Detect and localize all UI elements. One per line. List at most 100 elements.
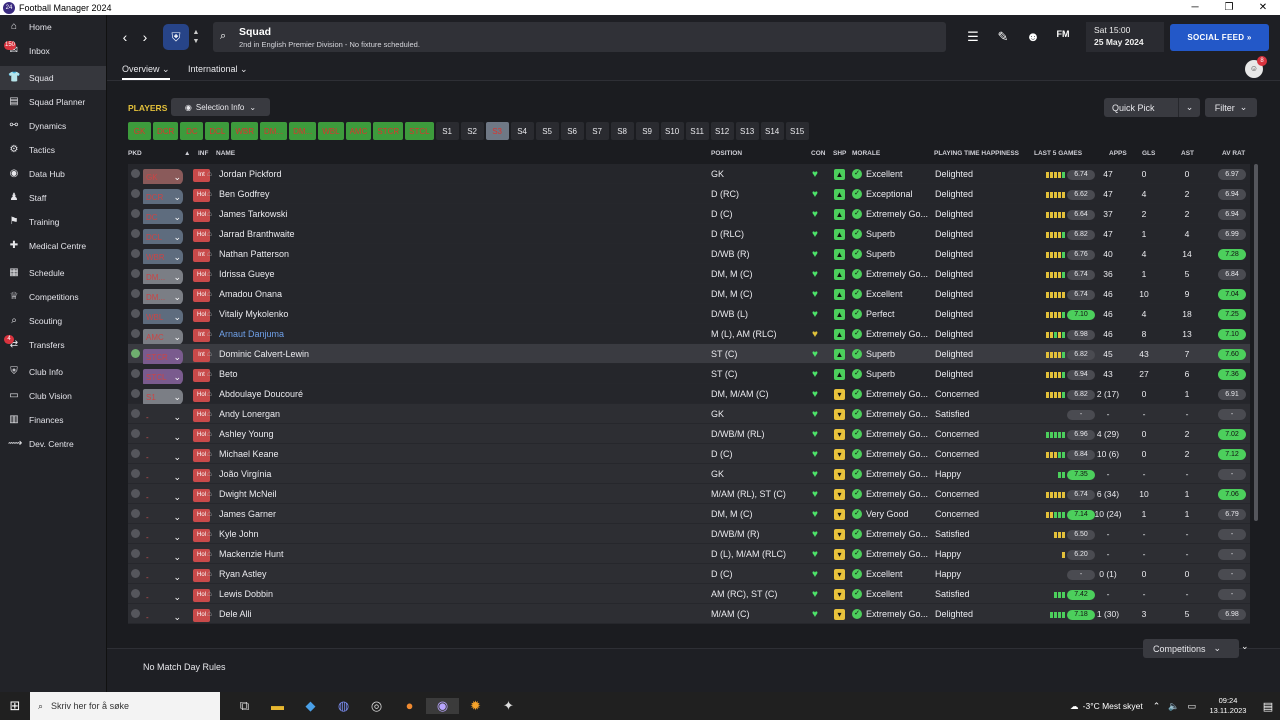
selection-position-dropdown[interactable]: - ⌄ [143, 509, 183, 525]
sidebar-item-dev-centre[interactable]: ⟿ Dev. Centre [0, 432, 106, 456]
selection-position-dropdown[interactable]: - ⌄ [143, 409, 183, 425]
filter-button[interactable]: Filter ⌄ [1205, 98, 1257, 117]
player-name[interactable]: Jordan Pickford [219, 169, 439, 179]
player-name[interactable]: Dominic Calvert-Lewin [219, 349, 439, 359]
table-row[interactable]: STCL ⌄ Int ⌂ Beto ST (C) ♥ ▲ ✓ Superb Delighted 6.9… [128, 364, 1250, 385]
player-name[interactable]: Vitaliy Mykolenko [219, 309, 439, 319]
forward-arrow-icon[interactable]: › [135, 29, 155, 45]
player-profile-icon[interactable]: ⌂ [207, 369, 212, 378]
selection-chip[interactable]: STCL [405, 122, 434, 140]
menu-icon[interactable]: ☰ [958, 29, 988, 45]
chevron-down-icon[interactable]: ⌄ [1178, 98, 1200, 117]
pick-checkbox[interactable] [131, 429, 140, 438]
sidebar-item-tactics[interactable]: ⚙ Tactics [0, 138, 106, 162]
weather-icon[interactable]: ☁ [1070, 701, 1079, 712]
player-profile-icon[interactable]: ⌂ [207, 489, 212, 498]
pick-checkbox[interactable] [131, 469, 140, 478]
player-profile-icon[interactable]: ⌂ [207, 469, 212, 478]
app-icon-orange[interactable]: ✹ [459, 698, 492, 714]
firefox-icon[interactable]: ● [393, 698, 426, 714]
table-row[interactable]: - ⌄ Hol ⌂ Lewis Dobbin AM (RC), ST (C) ♥ ▾ ✓ Exce… [128, 584, 1250, 604]
player-name[interactable]: Abdoulaye Doucouré [219, 389, 439, 399]
player-profile-icon[interactable]: ⌂ [207, 269, 212, 278]
player-profile-icon[interactable]: ⌂ [207, 409, 212, 418]
col-pkd[interactable]: PKD [128, 150, 142, 157]
selection-position-dropdown[interactable]: - ⌄ [143, 469, 183, 485]
steam-icon[interactable]: ◎ [360, 698, 393, 714]
player-profile-icon[interactable]: ⌂ [207, 449, 212, 458]
selection-chip[interactable]: GK [128, 122, 151, 140]
sidebar-item-squad-planner[interactable]: ▤ Squad Planner [0, 90, 106, 114]
selection-position-dropdown[interactable]: - ⌄ [143, 489, 183, 505]
game-date[interactable]: Sat 15:00 25 May 2024 [1086, 22, 1164, 52]
app-icon-blue[interactable]: ◆ [294, 698, 327, 714]
player-profile-icon[interactable]: ⌂ [207, 529, 212, 538]
sidebar-item-schedule[interactable]: ▦ Schedule [0, 261, 106, 285]
selection-chip[interactable]: S13 [735, 122, 759, 140]
player-name[interactable]: Andy Lonergan [219, 409, 439, 419]
col-shp[interactable]: SHP [833, 150, 846, 157]
selection-chip[interactable]: STCR [373, 122, 404, 140]
selection-position-dropdown[interactable]: DC ⌄ [143, 209, 183, 225]
app-icon-misc[interactable]: ✦ [492, 698, 525, 714]
col-ast[interactable]: AST [1181, 150, 1194, 157]
selection-chip[interactable]: S9 [635, 122, 659, 140]
player-name[interactable]: Amadou Onana [219, 289, 439, 299]
selection-chip[interactable]: S7 [585, 122, 609, 140]
selection-position-dropdown[interactable]: - ⌄ [143, 549, 183, 565]
player-name[interactable]: Ashley Young [219, 429, 439, 439]
table-row[interactable]: - ⌄ Hol ⌂ Ryan Astley D (C) ♥ ▾ ✓ Excellent Happy -… [128, 564, 1250, 584]
table-row[interactable]: WBL ⌄ Hol ⌂ Vitaliy Mykolenko D/WB (L) ♥ ▲ ✓ Perf… [128, 304, 1250, 325]
col-playing-time[interactable]: PLAYING TIME HAPPINESS [934, 150, 1019, 157]
table-row[interactable]: - ⌄ Hol ⌂ Ashley Young D/WB/M (RL) ♥ ▾ ✓ Extremel… [128, 424, 1250, 444]
player-name[interactable]: Beto [219, 369, 439, 379]
player-profile-icon[interactable]: ⌂ [207, 549, 212, 558]
table-row[interactable]: AMC ⌄ Int ⌂ Arnaut Danjuma M (L), AM (RLC) ♥ ▲ ✓… [128, 324, 1250, 345]
pick-checkbox[interactable] [131, 569, 140, 578]
selection-position-dropdown[interactable]: - ⌄ [143, 589, 183, 605]
player-profile-icon[interactable]: ⌂ [207, 309, 212, 318]
selection-position-dropdown[interactable]: - ⌄ [143, 529, 183, 545]
selection-position-dropdown[interactable]: STCR ⌄ [143, 349, 183, 365]
selection-chip[interactable]: DM... [260, 122, 288, 140]
match-day-rules[interactable]: No Match Day Rules [143, 662, 226, 672]
player-profile-icon[interactable]: ⌂ [207, 169, 212, 178]
table-row[interactable]: DM... ⌄ Hol ⌂ Idrissa Gueye DM, M (C) ♥ ▲ ✓ Extre… [128, 264, 1250, 285]
taskbar-search-input[interactable]: ⌕ Skriv her for å søke [30, 692, 220, 720]
pick-checkbox[interactable] [131, 269, 140, 278]
selection-chip[interactable]: S4 [510, 122, 534, 140]
selection-position-dropdown[interactable]: S1 ⌄ [143, 389, 183, 405]
sidebar-item-staff[interactable]: ♟ Staff [0, 186, 106, 210]
player-profile-icon[interactable]: ⌂ [207, 389, 212, 398]
pick-checkbox[interactable] [131, 349, 140, 358]
player-name[interactable]: Lewis Dobbin [219, 589, 439, 599]
player-profile-icon[interactable]: ⌂ [207, 249, 212, 258]
pick-checkbox[interactable] [131, 609, 140, 618]
selection-position-dropdown[interactable]: - ⌄ [143, 429, 183, 445]
sidebar-item-home[interactable]: ⌂ Home [0, 15, 106, 39]
player-name[interactable]: Mackenzie Hunt [219, 549, 439, 559]
player-profile-icon[interactable]: ⌂ [207, 429, 212, 438]
player-profile-icon[interactable]: ⌂ [207, 589, 212, 598]
player-profile-icon[interactable]: ⌂ [207, 329, 212, 338]
pick-checkbox[interactable] [131, 209, 140, 218]
network-icon[interactable]: ▭ [1187, 701, 1196, 712]
pick-checkbox[interactable] [131, 549, 140, 558]
col-inf[interactable]: INF [198, 150, 208, 157]
table-row[interactable]: - ⌄ Hol ⌂ Michael Keane D (C) ♥ ▾ ✓ Extremely Go.… [128, 444, 1250, 464]
selection-chip[interactable]: AMC [345, 122, 372, 140]
pick-checkbox[interactable] [131, 289, 140, 298]
minimize-icon[interactable]: ─ [1178, 2, 1212, 13]
social-feed-button[interactable]: SOCIAL FEED » [1170, 23, 1269, 51]
pick-checkbox[interactable] [131, 489, 140, 498]
player-name[interactable]: João Virgínia [219, 469, 439, 479]
table-row[interactable]: DM... ⌄ Hol ⌂ Amadou Onana DM, M (C) ♥ ▲ ✓ Excell… [128, 284, 1250, 305]
pick-checkbox[interactable] [131, 589, 140, 598]
table-row[interactable]: DC ⌄ Hol ⌂ James Tarkowski D (C) ♥ ▲ ✓ Extremely … [128, 204, 1250, 225]
selection-chip[interactable]: DCR [153, 122, 179, 140]
selection-chip[interactable]: S8 [610, 122, 634, 140]
player-name[interactable]: James Tarkowski [219, 209, 439, 219]
table-row[interactable]: - ⌄ Hol ⌂ Kyle John D/WB/M (R) ♥ ▾ ✓ Extremely Go… [128, 524, 1250, 544]
sidebar-item-transfers[interactable]: ⇄ 4 Transfers [0, 333, 106, 357]
selection-chip[interactable]: S6 [560, 122, 584, 140]
